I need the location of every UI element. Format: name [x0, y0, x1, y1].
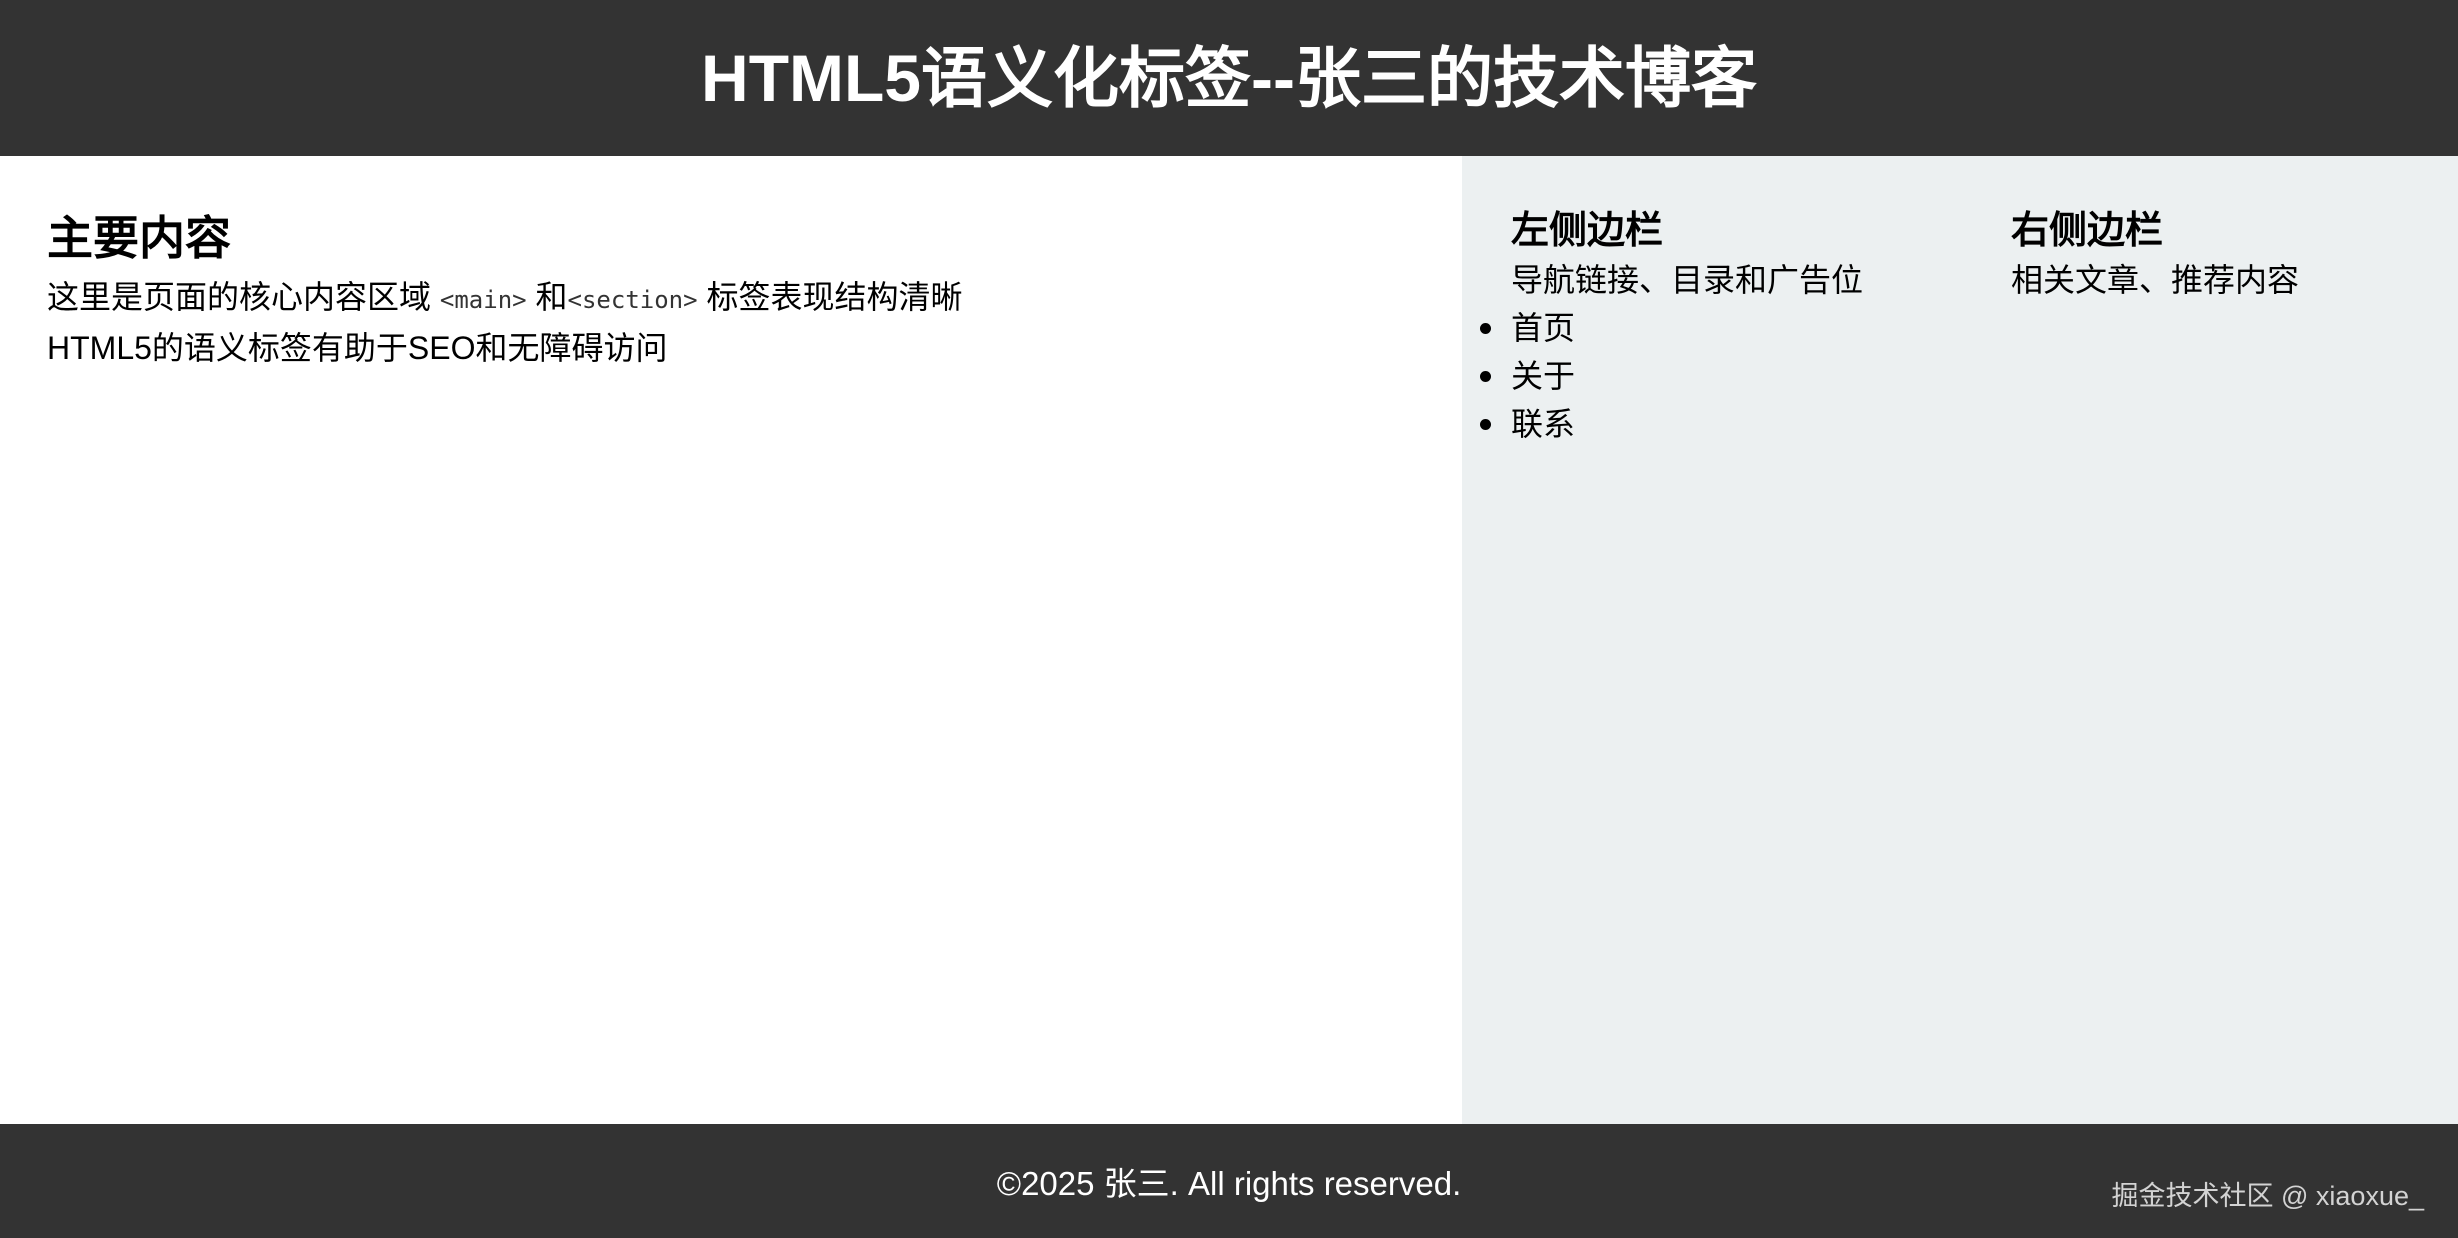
right-sidebar: 右侧边栏 相关文章、推荐内容 — [2011, 210, 2431, 304]
sidebar-nav: 首页 关于 联系 — [1480, 304, 1991, 448]
site-header: HTML5语义化标签--张三的技术博客 — [0, 0, 2458, 156]
page-title: HTML5语义化标签--张三的技术博客 — [701, 41, 1757, 115]
left-sidebar: 左侧边栏 导航链接、目录和广告位 首页 关于 联系 — [1480, 210, 1991, 448]
sidebar-area: 左侧边栏 导航链接、目录和广告位 首页 关于 联系 右侧边栏 相关文章、推荐内容 — [1462, 156, 2458, 1124]
nav-item-label: 首页 — [1511, 309, 1576, 346]
code-section-tag: <section> — [567, 285, 698, 314]
main-section: 主要内容 这里是页面的核心内容区域 <main> 和<section> 标签表现… — [0, 156, 1462, 372]
nav-list: 首页 关于 联系 — [1480, 304, 1991, 448]
right-sidebar-heading: 右侧边栏 — [2011, 210, 2164, 252]
left-sidebar-heading: 左侧边栏 — [1511, 210, 1664, 252]
copyright-text: ©2025 张三. All rights reserved. — [996, 1165, 1462, 1202]
nav-item-contact[interactable]: 联系 — [1480, 400, 1991, 448]
bullet-icon — [1480, 322, 1491, 334]
nav-item-label: 关于 — [1511, 357, 1576, 394]
code-main-tag: <main> — [439, 285, 527, 314]
nav-item-about[interactable]: 关于 — [1480, 352, 1991, 400]
main-line1-prefix: 这里是页面的核心内容区域 — [47, 278, 440, 315]
main-line1-middle: 和 — [526, 278, 568, 315]
site-footer: ©2025 张三. All rights reserved. 掘金技术社区 @ … — [0, 1124, 2458, 1238]
main-line1-suffix: 标签表现结构清晰 — [697, 278, 963, 315]
right-sidebar-description: 相关文章、推荐内容 — [2011, 261, 2300, 298]
nav-item-label: 联系 — [1511, 405, 1576, 442]
page: HTML5语义化标签--张三的技术博客 主要内容 这里是页面的核心内容区域 <m… — [0, 0, 2458, 1238]
main-heading: 主要内容 — [47, 212, 231, 264]
bullet-icon — [1480, 370, 1491, 382]
nav-item-home[interactable]: 首页 — [1480, 304, 1991, 352]
main-paragraph-2: HTML5的语义标签有助于SEO和无障碍访问 — [47, 329, 668, 366]
main-content: 主要内容 这里是页面的核心内容区域 <main> 和<section> 标签表现… — [0, 156, 1462, 1124]
left-sidebar-description: 导航链接、目录和广告位 — [1511, 261, 1864, 298]
watermark-text: 掘金技术社区 @ xiaoxue_ — [2111, 1181, 2425, 1211]
main-paragraph-1: 这里是页面的核心内容区域 <main> 和<section> 标签表现结构清晰 — [47, 273, 1462, 324]
bullet-icon — [1480, 418, 1491, 430]
